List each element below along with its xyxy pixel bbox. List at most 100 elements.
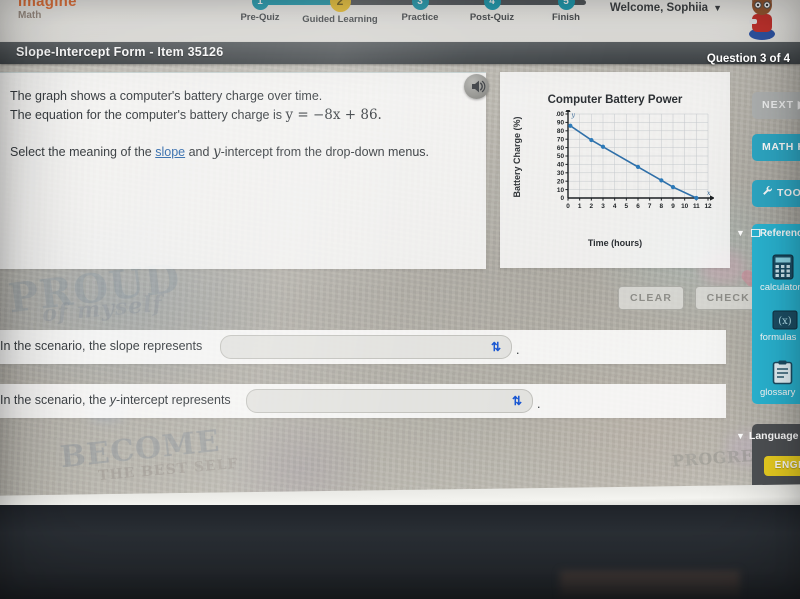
caret-collapse-icon: ▼ [736, 228, 745, 238]
svg-text:0: 0 [560, 195, 564, 202]
step-finish[interactable]: 5 Finish [526, 0, 606, 23]
clear-button[interactable]: CLEAR [618, 286, 685, 310]
svg-text:7: 7 [648, 203, 652, 210]
yint-text-pre: In the scenario, the [0, 393, 110, 407]
answer-row-slope: In the scenario, the slope represents ⇅ … [0, 330, 726, 364]
calculator-icon [772, 254, 794, 280]
answer-actions: CLEAR CHECK [612, 286, 762, 310]
step-label: Practice [401, 12, 439, 23]
step-number: 4 [483, 0, 501, 10]
battery-charge-line-chart: 01234567891011120102030405060708090100yx [556, 110, 714, 210]
svg-text:5: 5 [625, 203, 629, 210]
slope-glossary-link[interactable]: slope [155, 145, 185, 159]
reference-item-formulas[interactable]: (x) formulas [758, 310, 800, 343]
step-guided-learning[interactable]: 2 Guided Learning [300, 0, 380, 25]
yint-text-post: -intercept represents [116, 393, 231, 407]
progress-stepper: 1 Pre-Quiz 2 Guided Learning 3 Practice … [238, 0, 600, 37]
svg-text:60: 60 [557, 145, 565, 152]
y-intercept-dropdown[interactable]: ⇅ [246, 389, 533, 413]
step-label: Finish [552, 12, 580, 23]
clipboard-icon [772, 360, 793, 385]
reference-item-label: glossary [760, 387, 796, 398]
tools-button[interactable]: TOOLS [752, 180, 800, 207]
user-menu[interactable]: Welcome, Sophiia ▼ [610, 2, 722, 14]
book-icon [750, 229, 760, 237]
graph-panel: Computer Battery Power Battery Charge (%… [500, 72, 730, 268]
svg-text:70: 70 [557, 136, 565, 143]
chevron-updown-icon: ⇅ [490, 340, 501, 354]
page-title: Slope-Intercept Form - Item 35126 [16, 45, 224, 59]
question-counter: Question 3 of 4 [706, 53, 790, 65]
formula-icon: (x) [772, 310, 798, 330]
prompt-line-3c: -intercept from the drop-down menus. [220, 145, 430, 159]
chart-y-axis-label: Battery Charge (%) [512, 116, 522, 198]
prompt-line-2: The equation for the computer's battery … [10, 108, 286, 122]
tools-label: TOOLS [777, 187, 800, 199]
welcome-label: Welcome, Sophiia [609, 2, 709, 14]
right-sidebar: NEXT ▶ MATH HELP TOOLS ▼ Reference [736, 72, 800, 496]
logo-line-imagine: imagine [18, 0, 77, 10]
prompt-line-3a: Select the meaning of the [10, 145, 156, 159]
svg-text:90: 90 [557, 120, 565, 127]
question-prompt-text: The graph shows a computer's battery cha… [10, 87, 462, 162]
svg-text:80: 80 [557, 128, 565, 135]
svg-text:50: 50 [557, 153, 565, 160]
item-title-bar: Slope-Intercept Form - Item 35126 [0, 42, 800, 64]
y-variable: y [212, 144, 221, 160]
step-label: Pre-Quiz [240, 12, 280, 23]
slope-dropdown[interactable]: ⇅ [220, 335, 512, 359]
step-pre-quiz[interactable]: 1 Pre-Quiz [220, 0, 300, 23]
monitor-bezel [0, 505, 800, 599]
language-label: Language [748, 430, 799, 442]
math-help-button[interactable]: MATH HELP [752, 134, 800, 161]
slope-sentence-period: . [516, 343, 520, 357]
svg-text:(x): (x) [778, 316, 792, 327]
y-intercept-sentence-text: In the scenario, the y-intercept represe… [0, 393, 231, 407]
step-number: 2 [329, 0, 351, 12]
svg-text:20: 20 [557, 178, 565, 185]
y-intercept-sentence-period: . [537, 397, 541, 411]
wrench-icon [763, 186, 772, 195]
chevron-down-icon: ▼ [713, 3, 722, 13]
reference-item-glossary[interactable]: glossary [758, 360, 800, 398]
reference-item-label: formulas [760, 332, 797, 343]
reference-item-label: calculator [760, 282, 800, 293]
svg-text:2: 2 [590, 203, 594, 210]
svg-text:11: 11 [693, 203, 700, 210]
svg-text:3: 3 [601, 203, 605, 210]
svg-text:6: 6 [636, 203, 640, 210]
step-post-quiz[interactable]: 4 Post-Quiz [452, 0, 532, 23]
svg-text:0: 0 [566, 203, 570, 210]
svg-text:y: y [571, 112, 576, 119]
reference-label: Reference [759, 228, 800, 239]
step-practice[interactable]: 3 Practice [380, 0, 460, 23]
chart-title: Computer Battery Power [547, 94, 683, 106]
reference-header[interactable]: ▼ Reference [736, 228, 800, 239]
step-number: 5 [557, 0, 575, 10]
answer-row-y-intercept: In the scenario, the y-intercept represe… [0, 384, 726, 418]
next-button[interactable]: NEXT ▶ [752, 92, 800, 119]
logo-line-math: Math [18, 9, 42, 21]
svg-text:10: 10 [557, 187, 565, 194]
svg-text:12: 12 [704, 203, 712, 210]
english-language-button[interactable]: ENGLISH [764, 456, 800, 476]
svg-text:10: 10 [681, 203, 689, 210]
prompt-line-3b: and [185, 145, 213, 159]
step-number: 1 [251, 0, 269, 10]
avatar[interactable] [736, 0, 788, 42]
svg-text:9: 9 [671, 203, 675, 210]
svg-text:4: 4 [613, 203, 617, 210]
speaker-icon[interactable] [464, 74, 489, 99]
imagine-math-logo[interactable]: imagine Math [18, 0, 77, 21]
screen-photo: PROUD of myself BECOME the Best SELF PRO… [0, 0, 800, 510]
reference-panel: ▼ Reference calculator [736, 224, 800, 404]
svg-text:30: 30 [557, 170, 565, 177]
reference-item-calculator[interactable]: calculator [758, 254, 800, 293]
slope-sentence-text: In the scenario, the slope represents [0, 339, 203, 353]
step-label: Post-Quiz [469, 12, 515, 23]
svg-text:40: 40 [557, 162, 565, 169]
step-number: 3 [411, 0, 429, 10]
language-header[interactable]: ▼ Language [736, 430, 799, 442]
svg-text:100: 100 [556, 111, 564, 118]
svg-text:x: x [707, 190, 711, 197]
